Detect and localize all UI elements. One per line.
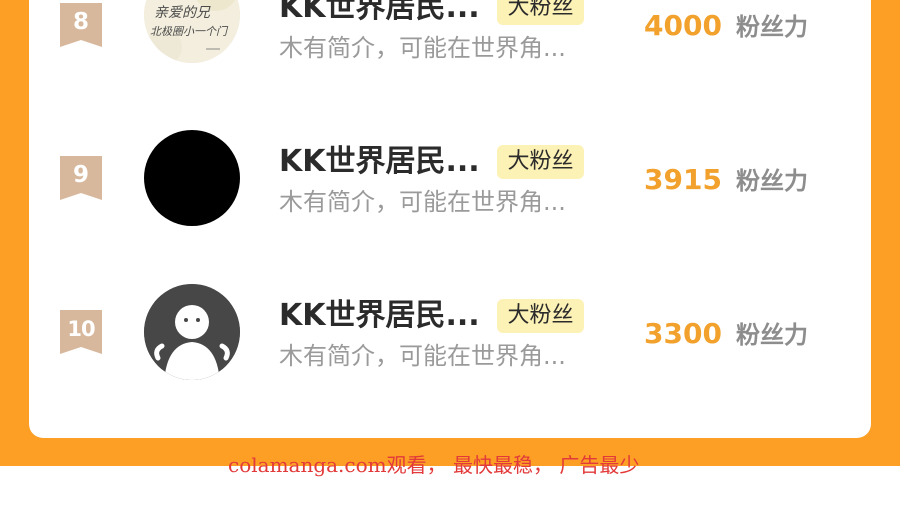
- user-name[interactable]: KK世界居民...: [279, 0, 480, 26]
- black-avatar[interactable]: [144, 130, 240, 226]
- site-watermark: colamanga.com观看， 最快最稳， 广告最少: [228, 453, 640, 477]
- fan-power-value: 3915: [644, 163, 722, 196]
- default-avatar[interactable]: [144, 284, 240, 380]
- fan-power-label: 粉丝力: [736, 321, 808, 349]
- fan-row-rank-9[interactable]: 9 KK世界居民... 大粉丝 木有简介，可能在世界角... 3915 粉丝力: [29, 120, 871, 240]
- fan-power-label: 粉丝力: [736, 13, 808, 41]
- calligraphy-text-line-1: 亲爱的兄: [154, 5, 211, 21]
- fan-power-label: 粉丝力: [736, 167, 808, 195]
- default-person-icon: [144, 284, 240, 380]
- user-bio: 木有简介，可能在世界角...: [279, 342, 566, 370]
- fan-row-rank-10[interactable]: 10 KK世界居民... 大粉丝 木有简介，可能在世界角... 3300 粉丝力: [29, 274, 871, 394]
- calligraphy-text-line-2: 北极圈小一个门: [150, 25, 229, 38]
- fan-power-value: 3300: [644, 317, 722, 350]
- user-name[interactable]: KK世界居民...: [279, 144, 480, 180]
- calligraphy-avatar-image: 亲爱的兄 北极圈小一个门: [144, 0, 240, 63]
- fan-level-badge: 大粉丝: [497, 145, 584, 179]
- fan-level-badge: 大粉丝: [497, 0, 584, 25]
- fan-row-rank-8[interactable]: 8 亲爱的兄 北极圈小一个门 KK世界居民... 大粉丝 木有简介，可能在世界角…: [29, 0, 871, 100]
- user-bio: 木有简介，可能在世界角...: [279, 34, 566, 62]
- fan-power-value: 4000: [644, 9, 722, 42]
- calligraphy-avatar[interactable]: 亲爱的兄 北极圈小一个门: [144, 0, 240, 63]
- rank-ribbon: 8: [60, 3, 102, 47]
- user-bio: 木有简介，可能在世界角...: [279, 188, 566, 216]
- fan-level-badge: 大粉丝: [497, 299, 584, 333]
- user-name[interactable]: KK世界居民...: [279, 298, 480, 334]
- rank-ribbon: 9: [60, 156, 102, 200]
- fan-ranking-card: 8 亲爱的兄 北极圈小一个门 KK世界居民... 大粉丝 木有简介，可能在世界角…: [29, 0, 871, 438]
- rank-ribbon: 10: [60, 310, 102, 354]
